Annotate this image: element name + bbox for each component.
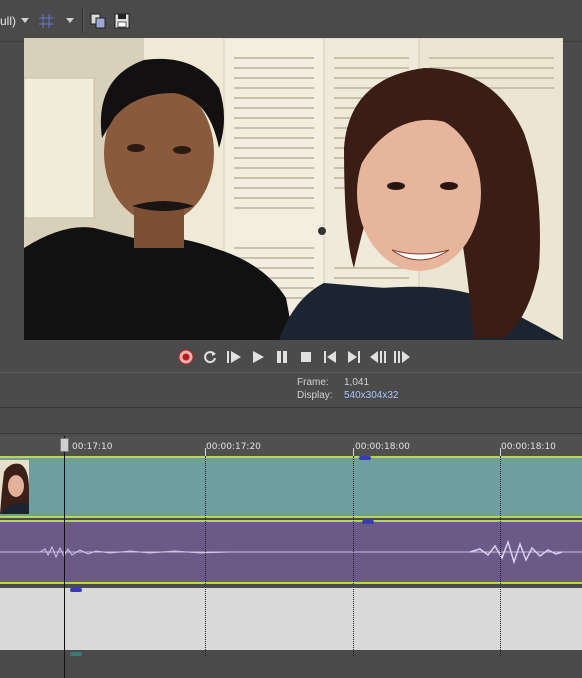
timeline-gridline xyxy=(205,456,206,656)
display-value: 540x304x32 xyxy=(344,390,399,401)
event-marker[interactable] xyxy=(70,588,82,592)
timeline-footer xyxy=(0,650,582,678)
display-label: Display: xyxy=(297,390,333,401)
video-event-thumbnail xyxy=(0,460,29,514)
quality-dropdown-icon[interactable] xyxy=(21,18,29,23)
frame-value: 1,041 xyxy=(344,377,370,388)
video-track-event[interactable] xyxy=(0,456,582,518)
toolbar-divider xyxy=(82,9,83,33)
transport-controls xyxy=(0,345,582,369)
tick-label: 00:17:10 xyxy=(72,442,113,452)
go-to-end-button[interactable] xyxy=(345,348,363,366)
play-icon xyxy=(253,351,264,363)
record-icon xyxy=(178,349,194,365)
pause-icon xyxy=(277,351,287,363)
audio-track-event[interactable] xyxy=(0,520,582,584)
playhead-handle[interactable] xyxy=(60,438,69,452)
timeline-gridline xyxy=(500,456,501,656)
timeline-gridline xyxy=(353,456,354,656)
event-marker[interactable] xyxy=(70,652,82,656)
record-button[interactable] xyxy=(177,348,195,366)
tick-label: 00:00:17:20 xyxy=(206,442,261,452)
frame-label: Frame: xyxy=(297,377,329,388)
tick-label: 00:00:18:00 xyxy=(355,442,410,452)
preview-info-panel: Frame: 1,041 Display: 540x304x32 xyxy=(0,372,582,408)
ruler-tick xyxy=(353,448,354,456)
next-frame-icon xyxy=(394,351,410,363)
previous-frame-button[interactable] xyxy=(369,348,387,366)
event-marker[interactable] xyxy=(359,456,371,460)
video-preview-frame xyxy=(24,38,563,340)
pause-button[interactable] xyxy=(273,348,291,366)
preview-quality-label[interactable]: ull) xyxy=(0,14,16,28)
playhead-cursor[interactable] xyxy=(64,436,65,678)
stop-icon xyxy=(301,352,311,362)
loop-playback-button[interactable] xyxy=(201,348,219,366)
stop-button[interactable] xyxy=(297,348,315,366)
empty-track[interactable] xyxy=(0,588,582,650)
overlay-grid-icon[interactable] xyxy=(38,13,54,29)
overlay-dropdown-icon[interactable] xyxy=(66,18,74,23)
event-marker[interactable] xyxy=(362,520,374,524)
ruler-tick xyxy=(500,448,501,456)
copy-snapshot-icon[interactable] xyxy=(89,12,107,30)
audio-waveform xyxy=(0,539,582,565)
go-to-start-button[interactable] xyxy=(321,348,339,366)
tick-label: 00:00:18:10 xyxy=(501,442,556,452)
play-from-start-button[interactable] xyxy=(225,348,243,366)
loop-icon xyxy=(204,351,216,364)
play-from-start-icon xyxy=(227,351,241,363)
ruler-tick xyxy=(205,448,206,456)
go-to-start-icon xyxy=(324,351,336,363)
go-to-end-icon xyxy=(348,351,360,363)
preview-toolbar: ull) xyxy=(0,0,582,42)
previous-frame-icon xyxy=(370,351,386,363)
next-frame-button[interactable] xyxy=(393,348,411,366)
play-button[interactable] xyxy=(249,348,267,366)
preview-image xyxy=(24,38,563,340)
save-snapshot-icon[interactable] xyxy=(113,12,131,30)
timeline-header-bar xyxy=(0,408,582,434)
